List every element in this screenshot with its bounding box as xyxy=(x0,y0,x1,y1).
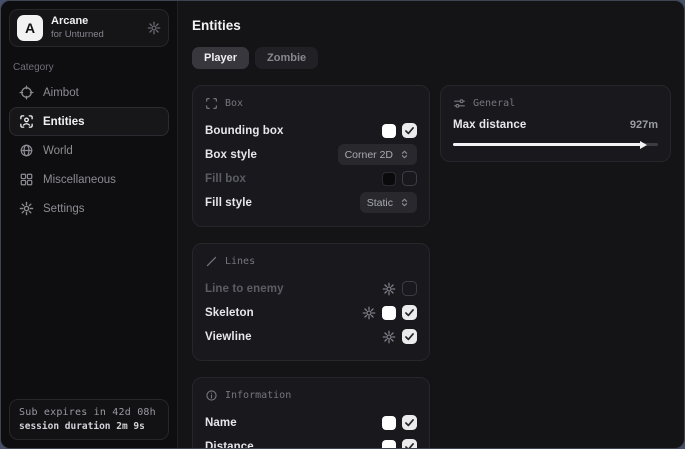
gear-icon[interactable] xyxy=(362,306,376,320)
general-section-card: General Max distance 927m xyxy=(440,85,671,162)
sidebar-item-settings[interactable]: Settings xyxy=(9,194,169,223)
sidebar-nav: Aimbot Entities World Miscellaneous Sett… xyxy=(9,78,169,223)
sidebar-item-label: World xyxy=(43,145,73,157)
max-distance-slider[interactable] xyxy=(453,140,658,149)
page-title: Entities xyxy=(192,18,671,33)
distance-row: Distance xyxy=(205,435,417,448)
name-row: Name xyxy=(205,411,417,434)
session-duration-text: session duration 2m 9s xyxy=(19,421,159,432)
fill-box-checkbox[interactable] xyxy=(402,171,417,186)
sidebar-item-label: Settings xyxy=(43,203,85,215)
slider-thumb[interactable] xyxy=(640,141,647,149)
main-content: Entities Player Zombie Box Bounding box xyxy=(178,1,684,448)
gear-icon[interactable] xyxy=(382,282,396,296)
sidebar-item-label: Miscellaneous xyxy=(43,174,116,186)
lines-section-header: Lines xyxy=(205,255,417,268)
diagonal-line-icon xyxy=(205,255,218,268)
max-distance-row: Max distance 927m xyxy=(453,119,658,131)
info-icon xyxy=(205,389,218,402)
viewline-row: Viewline xyxy=(205,325,417,348)
color-swatch[interactable] xyxy=(382,172,396,186)
tab-player[interactable]: Player xyxy=(192,47,249,69)
line-to-enemy-checkbox[interactable] xyxy=(402,281,417,296)
bounding-box-checkbox[interactable] xyxy=(402,123,417,138)
line-to-enemy-row: Line to enemy xyxy=(205,277,417,300)
row-label: Fill style xyxy=(205,197,252,209)
sliders-icon xyxy=(453,97,466,110)
brand-subtitle: for Unturned xyxy=(51,29,104,41)
section-title: Lines xyxy=(225,256,255,267)
dropdown-value: Static xyxy=(367,197,393,209)
user-scan-icon xyxy=(19,114,34,129)
row-label: Distance xyxy=(205,441,254,449)
fill-style-dropdown[interactable]: Static xyxy=(360,192,417,213)
fill-style-row: Fill style Static xyxy=(205,191,417,214)
sidebar-item-world[interactable]: World xyxy=(9,136,169,165)
globe-icon xyxy=(19,143,34,158)
row-label: Line to enemy xyxy=(205,283,284,295)
sidebar: A Arcane for Unturned Category Aimbot En… xyxy=(1,1,178,448)
color-swatch[interactable] xyxy=(382,124,396,138)
viewline-checkbox[interactable] xyxy=(402,329,417,344)
app-logo: A xyxy=(17,15,43,41)
sidebar-item-label: Aimbot xyxy=(43,87,79,99)
row-label: Name xyxy=(205,417,237,429)
entity-tabs: Player Zombie xyxy=(192,47,671,69)
sidebar-item-miscellaneous[interactable]: Miscellaneous xyxy=(9,165,169,194)
section-title: General xyxy=(473,98,515,109)
subscription-status-card: Sub expires in 42d 08h session duration … xyxy=(9,399,169,440)
chevrons-up-down-icon xyxy=(399,197,410,208)
color-swatch[interactable] xyxy=(382,440,396,449)
general-section-header: General xyxy=(453,97,658,110)
slider-track xyxy=(453,143,658,147)
box-section-card: Box Bounding box Box style Corne xyxy=(192,85,430,227)
grid-icon xyxy=(19,172,34,187)
lines-section-card: Lines Line to enemy Skeleton xyxy=(192,243,430,361)
gear-icon xyxy=(19,201,34,216)
sidebar-item-aimbot[interactable]: Aimbot xyxy=(9,78,169,107)
sub-expiry-text: Sub expires in 42d 08h xyxy=(19,407,159,418)
color-swatch[interactable] xyxy=(382,416,396,430)
box-style-row: Box style Corner 2D xyxy=(205,143,417,166)
box-style-dropdown[interactable]: Corner 2D xyxy=(338,144,417,165)
gear-icon[interactable] xyxy=(382,330,396,344)
skeleton-checkbox[interactable] xyxy=(402,305,417,320)
section-title: Information xyxy=(225,390,291,401)
information-section-header: Information xyxy=(205,389,417,402)
row-label: Max distance xyxy=(453,119,526,131)
max-distance-value: 927m xyxy=(630,119,658,131)
brand-title: Arcane xyxy=(51,15,104,29)
tab-zombie[interactable]: Zombie xyxy=(255,47,318,69)
color-swatch[interactable] xyxy=(382,306,396,320)
chevrons-up-down-icon xyxy=(399,149,410,160)
information-section-card: Information Name Distance xyxy=(192,377,430,448)
row-label: Viewline xyxy=(205,331,252,343)
skeleton-row: Skeleton xyxy=(205,301,417,324)
bounding-box-row: Bounding box xyxy=(205,119,417,142)
scan-brackets-icon xyxy=(205,97,218,110)
section-title: Box xyxy=(225,98,243,109)
app-window: A Arcane for Unturned Category Aimbot En… xyxy=(0,0,685,449)
box-section-header: Box xyxy=(205,97,417,110)
crosshair-icon xyxy=(19,85,34,100)
row-label: Fill box xyxy=(205,173,246,185)
max-distance-slider-fill xyxy=(453,143,643,147)
name-checkbox[interactable] xyxy=(402,415,417,430)
row-label: Box style xyxy=(205,149,257,161)
sidebar-item-entities[interactable]: Entities xyxy=(9,107,169,136)
row-label: Bounding box xyxy=(205,125,284,137)
row-label: Skeleton xyxy=(205,307,254,319)
fill-box-row: Fill box xyxy=(205,167,417,190)
category-label: Category xyxy=(13,62,165,73)
gear-icon[interactable] xyxy=(147,21,161,35)
distance-checkbox[interactable] xyxy=(402,439,417,448)
sidebar-item-label: Entities xyxy=(43,116,85,128)
brand-card: A Arcane for Unturned xyxy=(9,9,169,47)
dropdown-value: Corner 2D xyxy=(345,149,393,161)
